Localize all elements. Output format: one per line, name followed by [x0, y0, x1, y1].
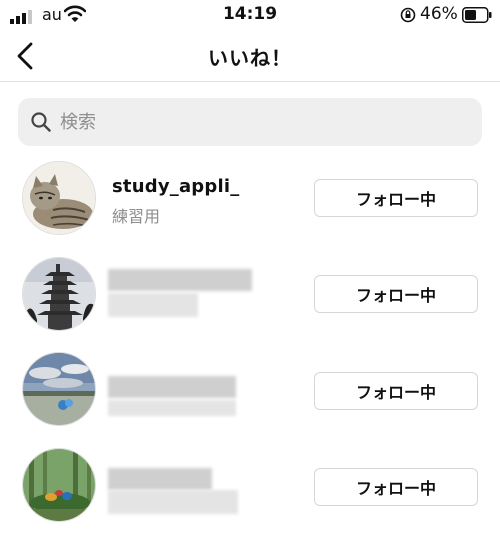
sky-photo: [23, 353, 95, 425]
list-item[interactable]: study_appli_ 練習用 フォロー中: [0, 153, 500, 243]
username[interactable]: study_appli_: [112, 176, 239, 197]
cat-photo: [23, 162, 95, 234]
following-button[interactable]: フォロー中: [314, 275, 478, 313]
avatar[interactable]: [22, 448, 96, 522]
search-input[interactable]: [60, 108, 460, 136]
battery-percent: 46%: [420, 4, 458, 24]
list-item[interactable]: フォロー中: [0, 249, 500, 339]
search-icon: [31, 112, 51, 132]
header: いいね！: [0, 32, 500, 82]
redacted-fullname: [108, 400, 236, 416]
pagoda-photo: [23, 258, 95, 330]
redacted-fullname: [108, 490, 238, 514]
redacted-username: [108, 376, 236, 398]
avatar[interactable]: [22, 352, 96, 426]
avatar[interactable]: [22, 257, 96, 331]
following-button[interactable]: フォロー中: [314, 179, 478, 217]
battery-icon: [462, 7, 492, 23]
following-button[interactable]: フォロー中: [314, 468, 478, 506]
fullname: 練習用: [112, 207, 161, 226]
redacted-username: [108, 468, 212, 490]
forest-photo: [23, 449, 95, 521]
redacted-username: [108, 269, 252, 291]
status-bar: au 14:19 46%: [0, 0, 500, 30]
list-item[interactable]: フォロー中: [0, 440, 500, 530]
page-title: いいね！: [208, 46, 292, 70]
avatar[interactable]: [22, 161, 96, 235]
list-item[interactable]: フォロー中: [0, 344, 500, 434]
rotation-lock-icon: [400, 7, 416, 23]
following-button[interactable]: フォロー中: [314, 372, 478, 410]
redacted-fullname: [108, 293, 198, 317]
search-bar[interactable]: [18, 98, 482, 146]
